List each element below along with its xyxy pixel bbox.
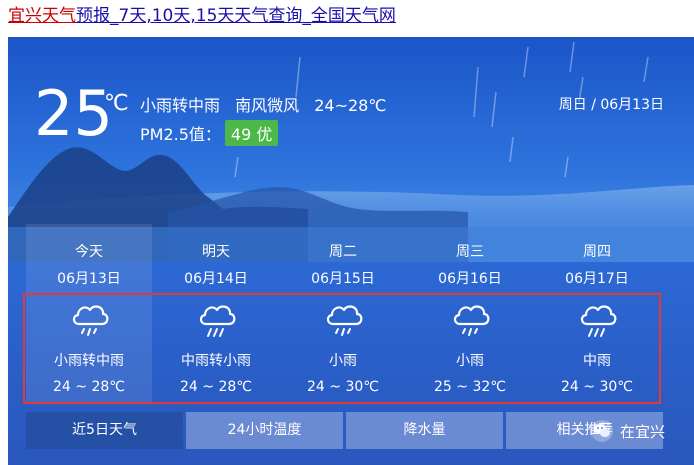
aqi-badge: 49 优: [224, 120, 279, 146]
pm25-label: PM2.5值：: [140, 125, 221, 144]
city-weather-link[interactable]: 宜兴天气: [8, 6, 76, 26]
current-temp-range: 24~28℃: [314, 96, 387, 115]
air-quality: PM2.5值： 49 优: [140, 120, 279, 146]
temperature-unit: ℃: [104, 91, 129, 116]
current-temperature: 25: [34, 77, 113, 150]
tab-24h-temperature[interactable]: 24小时温度: [186, 412, 343, 449]
wechat-watermark: 在宜兴: [590, 418, 665, 444]
page-title-link[interactable]: 宜兴天气预报_7天,10天,15天天气查询_全国天气网: [8, 4, 396, 28]
forecast-day-name: 今天: [75, 244, 103, 260]
current-wind: 南风微风: [235, 96, 300, 115]
current-date: 周日 / 06月13日: [558, 97, 664, 113]
forecast-day-date: 06月13日: [57, 271, 121, 287]
weather-widget: 25 ℃ 小雨转中雨 南风微风 24~28℃ PM2.5值： 49 优 周日 / …: [8, 37, 694, 465]
tab-precipitation[interactable]: 降水量: [346, 412, 503, 449]
forecast-day-name: 周三: [456, 244, 484, 260]
forecast-day-name: 明天: [202, 244, 230, 260]
forecast-link[interactable]: 预报_7天,10天,15天天气查询_全国天气网: [76, 6, 396, 26]
forecast-day-name: 周四: [583, 244, 611, 260]
forecast-day-name: 周二: [329, 244, 357, 260]
tab-5day-weather[interactable]: 近5日天气: [26, 412, 183, 449]
watermark-text: 在宜兴: [620, 422, 666, 441]
wechat-logo-icon: [591, 420, 613, 442]
current-condition: 小雨转中雨: [140, 96, 221, 115]
forecast-day-date: 06月17日: [565, 271, 629, 287]
forecast-highlight-box: [23, 293, 661, 404]
forecast-day-date: 06月15日: [311, 271, 375, 287]
forecast-day-date: 06月14日: [184, 271, 248, 287]
current-summary: 小雨转中雨 南风微风 24~28℃: [140, 92, 396, 116]
forecast-day-date: 06月16日: [438, 271, 502, 287]
